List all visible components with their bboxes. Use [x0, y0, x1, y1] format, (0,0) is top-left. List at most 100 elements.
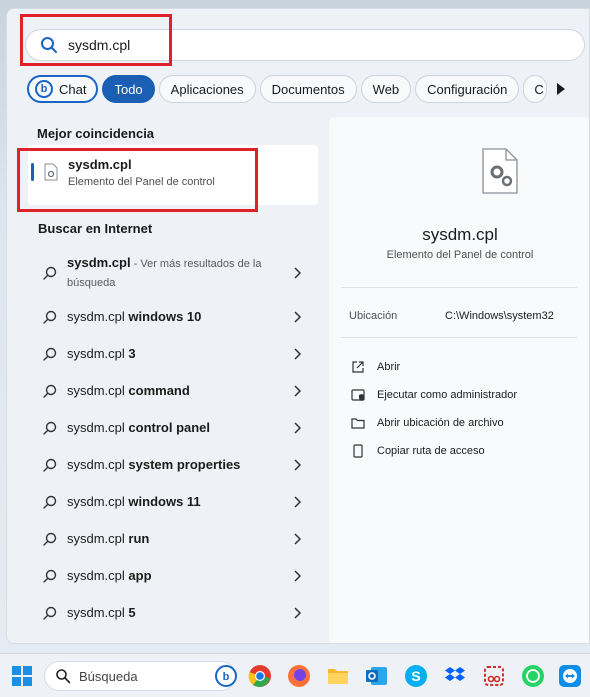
web-results-list: sysdm.cpl - Ver más resultados de la bús…	[28, 248, 318, 631]
query-prefix: sysdm.cpl	[67, 568, 129, 583]
chip-label: Chat	[59, 81, 87, 97]
query-prefix: sysdm.cpl	[67, 531, 129, 546]
chip-chat[interactable]: b Chat	[27, 75, 99, 103]
detail-actions: Abrir Ejecutar como administrador Abrir …	[351, 353, 517, 465]
search-icon	[43, 266, 57, 280]
suggestion-bold: 5	[128, 605, 136, 620]
web-result-text: sysdm.cpl system properties	[67, 456, 262, 473]
best-match-title: sysdm.cpl	[68, 157, 132, 172]
action-open-location[interactable]: Abrir ubicación de archivo	[351, 409, 517, 437]
outlook-icon[interactable]	[365, 664, 389, 688]
web-result[interactable]: sysdm.cpl command	[28, 372, 318, 409]
file-explorer-icon[interactable]	[326, 664, 350, 688]
chip-configuracion[interactable]: Configuración	[415, 75, 520, 103]
chrome-icon[interactable]	[248, 664, 272, 688]
suggestion-bold: windows 11	[128, 494, 201, 509]
web-result[interactable]: sysdm.cpl app	[28, 557, 318, 594]
search-icon	[43, 532, 57, 546]
selection-indicator	[31, 163, 34, 181]
web-result-text: sysdm.cpl command	[67, 382, 262, 399]
suggestion-bold: windows 10	[128, 309, 202, 324]
action-label: Abrir ubicación de archivo	[377, 417, 504, 429]
web-result[interactable]: sysdm.cpl 3	[28, 335, 318, 372]
chevron-right-icon	[294, 532, 302, 545]
chip-documentos[interactable]: Documentos	[259, 75, 357, 103]
web-result-text: sysdm.cpl run	[67, 530, 262, 547]
suggestion-bold: command	[128, 383, 190, 398]
teamviewer-icon[interactable]	[558, 664, 582, 688]
best-match-item[interactable]: sysdm.cpl Elemento del Panel de control	[28, 145, 318, 205]
chip-web[interactable]: Web	[360, 75, 412, 103]
svg-text:b: b	[223, 671, 230, 683]
search-icon	[43, 421, 57, 435]
filter-chips: b Chat Todo Aplicaciones Documentos Web …	[27, 75, 589, 103]
location-value: C:\Windows\system32	[445, 310, 554, 322]
dropbox-icon[interactable]	[443, 664, 467, 688]
open-icon	[352, 361, 364, 373]
web-result[interactable]: sysdm.cpl windows 10	[28, 298, 318, 335]
chevron-right-icon	[294, 421, 302, 434]
chevron-right-icon	[294, 347, 302, 360]
suggestion-bold: 3	[128, 346, 136, 361]
web-result-text: sysdm.cpl control panel	[67, 419, 262, 436]
chevron-right-icon	[294, 495, 302, 508]
web-result-text: sysdm.cpl - Ver más resultados de la bús…	[67, 254, 262, 292]
web-result-text: sysdm.cpl 3	[67, 345, 262, 362]
web-result[interactable]: sysdm.cpl windows 11	[28, 483, 318, 520]
bing-icon[interactable]: b	[214, 664, 238, 688]
web-result-text: sysdm.cpl windows 11	[67, 493, 262, 510]
best-match-heading: Mejor coincidencia	[37, 126, 155, 141]
taskbar-search[interactable]: Búsqueda	[44, 661, 236, 691]
suggestion-bold: app	[128, 568, 152, 583]
web-result[interactable]: sysdm.cpl run	[28, 520, 318, 557]
divider	[341, 337, 577, 338]
taskbar-search-placeholder: Búsqueda	[79, 668, 138, 684]
snipping-tool-icon[interactable]	[482, 664, 506, 688]
bing-chat-icon: b	[35, 80, 53, 98]
taskbar: Búsqueda b S	[0, 653, 590, 697]
search-icon	[43, 458, 57, 472]
web-result-text: sysdm.cpl 5	[67, 604, 262, 621]
web-result[interactable]: sysdm.cpl - Ver más resultados de la bús…	[28, 248, 318, 298]
start-icon[interactable]	[10, 664, 34, 688]
chip-todo[interactable]: Todo	[102, 75, 155, 103]
copy-icon	[353, 444, 363, 458]
best-match-subtitle: Elemento del Panel de control	[68, 176, 215, 188]
chevron-right-icon	[294, 458, 302, 471]
detail-title: sysdm.cpl	[422, 225, 498, 244]
query-prefix: sysdm.cpl	[67, 494, 129, 509]
firefox-icon[interactable]	[287, 664, 311, 688]
query-prefix: sysdm.cpl	[67, 346, 129, 361]
search-box[interactable]	[25, 29, 585, 61]
action-open[interactable]: Abrir	[351, 353, 517, 381]
search-icon	[43, 569, 57, 583]
folder-icon	[351, 418, 365, 429]
whatsapp-icon[interactable]	[521, 664, 545, 688]
query-prefix: sysdm.cpl	[67, 420, 129, 435]
web-result[interactable]: sysdm.cpl system properties	[28, 446, 318, 483]
chevron-right-icon	[294, 384, 302, 397]
web-result[interactable]: sysdm.cpl control panel	[28, 409, 318, 446]
action-label: Copiar ruta de acceso	[377, 445, 485, 457]
web-result[interactable]: sysdm.cpl 5	[28, 594, 318, 631]
suggestion-bold: system properties	[128, 457, 241, 472]
query-prefix: sysdm.cpl	[67, 383, 129, 398]
control-panel-file-icon	[482, 148, 518, 194]
control-panel-file-icon	[44, 163, 58, 181]
web-result-text: sysdm.cpl windows 10	[67, 308, 262, 325]
chevron-right-icon	[294, 569, 302, 582]
detail-pane: sysdm.cpl Elemento del Panel de control …	[329, 117, 589, 643]
search-icon	[43, 606, 57, 620]
search-input[interactable]	[68, 37, 468, 53]
skype-icon[interactable]: S	[404, 664, 428, 688]
scroll-filters-right-icon[interactable]	[557, 83, 566, 95]
search-icon	[43, 495, 57, 509]
search-icon	[43, 347, 57, 361]
query-bold: sysdm.cpl	[67, 255, 131, 270]
action-copy-path[interactable]: Copiar ruta de acceso	[351, 437, 517, 465]
chip-aplicaciones[interactable]: Aplicaciones	[158, 75, 256, 103]
search-icon	[56, 669, 71, 684]
action-run-as-admin[interactable]: Ejecutar como administrador	[351, 381, 517, 409]
start-search-panel: b Chat Todo Aplicaciones Documentos Web …	[6, 8, 590, 644]
chip-more-cut[interactable]: C	[523, 75, 548, 103]
